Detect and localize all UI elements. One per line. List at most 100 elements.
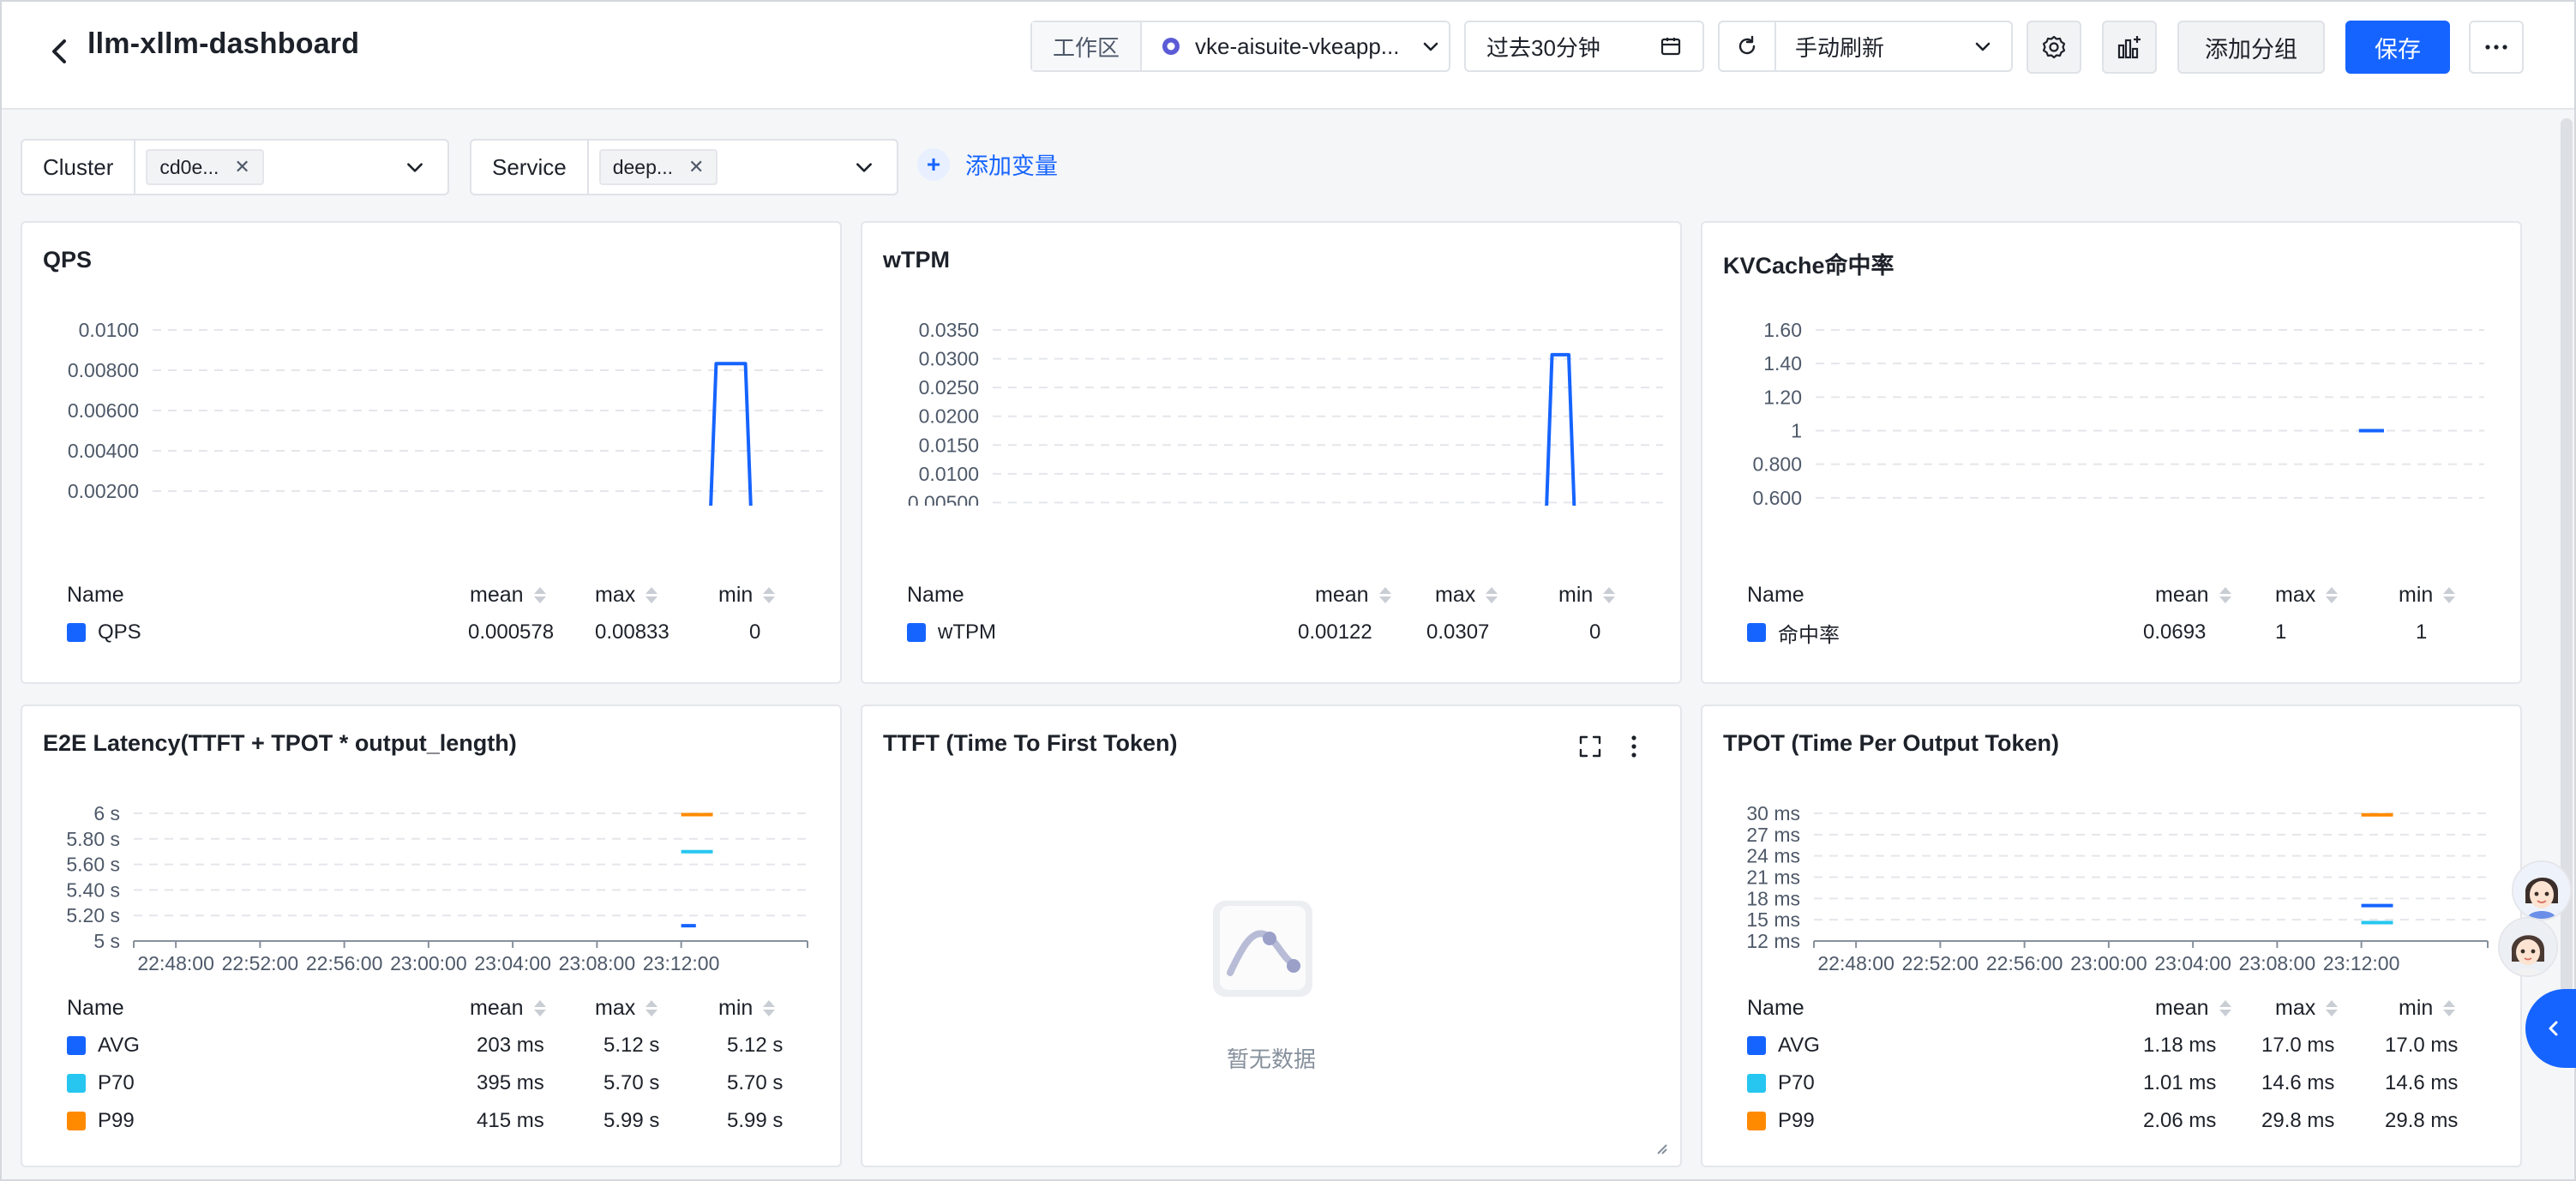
legend-col-name: Name [907,582,964,607]
legend-row[interactable]: wTPM 0.00122 0.0307 0 [907,614,1636,651]
legend-row[interactable]: AVG 1.18 ms 17.0 ms 17.0 ms [1747,1027,2476,1064]
series-swatch [1747,623,1766,642]
sort-icon [2443,999,2456,1016]
series-name: P70 [98,1071,135,1094]
add-chart-button[interactable] [2102,21,2157,74]
legend-col-min[interactable]: min [1558,576,1616,614]
close-icon[interactable]: ✕ [234,156,249,178]
legend-row[interactable]: 命中率 0.0693 1 1 [1747,614,2476,651]
panel-title: TPOT (Time Per Output Token) [1723,730,2060,756]
add-group-button[interactable]: 添加分组 [2177,21,2325,74]
refresh-mode-select[interactable]: 手动刷新 [1776,22,2011,70]
workspace-label: 工作区 [1032,22,1142,70]
legend-header: Name mean max min [1747,989,2476,1027]
legend-row[interactable]: P70 1.01 ms 14.6 ms 14.6 ms [1747,1064,2476,1102]
legend-col-min[interactable]: min [718,576,776,614]
more-dots-icon [2485,45,2507,50]
more-vertical-icon[interactable] [1629,734,1639,759]
y-tick-label: 27 ms [1746,824,1800,846]
cluster-variable[interactable]: Cluster cd0e... ✕ [21,139,449,195]
sort-icon [1603,586,1616,603]
add-chart-icon [2117,36,2141,59]
y-tick-label: 0.00500 [908,491,979,506]
chevron-left-icon [2549,1021,2558,1036]
legend-col-mean[interactable]: mean [1315,576,1391,614]
legend-col-mean[interactable]: mean [2155,989,2231,1027]
series-mean: 1.01 ms [2143,1071,2217,1094]
legend-row[interactable]: P99 415 ms 5.99 s 5.99 s [67,1102,796,1140]
legend-col-min[interactable]: min [718,989,776,1027]
fullscreen-icon[interactable] [1577,734,1603,759]
assistant-avatar[interactable] [2512,860,2572,920]
sort-icon [533,999,546,1016]
qps-legend: Name mean max min QPS 0.000578 0.00833 0 [67,576,796,651]
x-tick-label: 23:12:00 [2323,952,2400,974]
tpot-legend: Name mean max min AVG 1.18 ms 17.0 ms 17… [1747,989,2476,1140]
legend-col-max[interactable]: max [1435,576,1498,614]
legend-col-max[interactable]: max [595,576,658,614]
chevron-down-icon[interactable] [854,157,874,177]
y-tick-label: 0.00800 [68,359,139,381]
legend-col-mean[interactable]: mean [470,989,546,1027]
legend-col-max[interactable]: max [2275,576,2339,614]
legend-col-max[interactable]: max [2275,989,2339,1027]
sort-icon [2219,586,2231,603]
legend-col-min[interactable]: min [2399,989,2456,1027]
series-min: 29.8 ms [2385,1109,2459,1132]
series-min: 0 [1589,620,1601,644]
legend-col-mean[interactable]: mean [2155,576,2231,614]
series-name: AVG [98,1034,140,1057]
series-mean: 415 ms [477,1109,544,1132]
legend-row[interactable]: P99 2.06 ms 29.8 ms 29.8 ms [1747,1102,2476,1140]
legend-header: Name mean max min [1747,576,2476,614]
qps-chart: 0.01000.008000.006000.004000.00200022:48… [68,319,823,506]
refresh-button[interactable] [1720,22,1776,70]
series-swatch [67,1036,86,1055]
chevron-down-icon [1975,42,1991,51]
series-name: wTPM [938,620,996,644]
top-bar: llm-xllm-dashboard 工作区 vke-aisuite-vkeap… [2,2,2574,110]
legend-col-name: Name [1747,582,1804,607]
series-mean: 203 ms [477,1034,544,1057]
legend-row[interactable]: QPS 0.000578 0.00833 0 [67,614,796,651]
legend-col-name: Name [67,582,124,607]
series-mean: 2.06 ms [2143,1109,2217,1132]
time-range-picker[interactable]: 过去30分钟 [1464,21,1704,72]
assistant-avatar-secondary[interactable] [2498,917,2558,977]
sort-icon [1378,586,1391,603]
legend-row[interactable]: AVG 203 ms 5.12 s 5.12 s [67,1027,796,1064]
tpot-panel: 30 ms 27 ms 24 ms 21 ms 18 ms 15 ms 12 ms 22:48… [1701,704,2522,1167]
legend-col-name: Name [1747,995,1804,1020]
side-panel-toggle[interactable] [2525,989,2576,1068]
ttft-panel: TTFT (Time To First Token) 暂无数据 [861,704,1682,1167]
more-button[interactable] [2469,21,2524,74]
close-icon[interactable]: ✕ [688,156,704,178]
service-variable[interactable]: Service deep... ✕ [470,139,898,195]
refresh-control[interactable]: 手动刷新 [1718,21,2013,72]
y-tick-label: 0.0200 [919,405,979,428]
e2e-legend: Name mean max min AVG 203 ms 5.12 s 5.12… [67,989,796,1140]
x-tick-label: 23:00:00 [2070,952,2147,974]
legend-col-mean[interactable]: mean [470,576,546,614]
page-scrollbar[interactable] [2561,118,2573,992]
gear-icon [2042,35,2066,59]
add-variable-button[interactable]: + 添加变量 [917,147,1058,181]
chevron-down-icon[interactable] [405,157,425,177]
save-button[interactable]: 保存 [2345,21,2450,74]
refresh-icon [1738,35,1756,55]
legend-row[interactable]: P70 395 ms 5.70 s 5.70 s [67,1064,796,1102]
legend-col-min[interactable]: min [2399,576,2456,614]
sort-icon [646,999,658,1016]
series-swatch [67,623,86,642]
series-name: AVG [1778,1034,1820,1057]
workspace-selector[interactable]: 工作区 vke-aisuite-vkeapp... [1030,21,1450,72]
y-tick-label: 5.20 s [66,904,120,926]
legend-col-max[interactable]: max [595,989,658,1027]
back-arrow-icon[interactable] [43,34,77,69]
x-tick-label: 23:00:00 [390,952,467,974]
settings-button[interactable] [2027,21,2081,74]
resize-handle-icon[interactable] [1654,1142,1668,1155]
series-swatch [67,1112,86,1130]
y-tick-label: 0.0350 [919,319,979,341]
x-tick-label: 22:48:00 [137,952,214,974]
